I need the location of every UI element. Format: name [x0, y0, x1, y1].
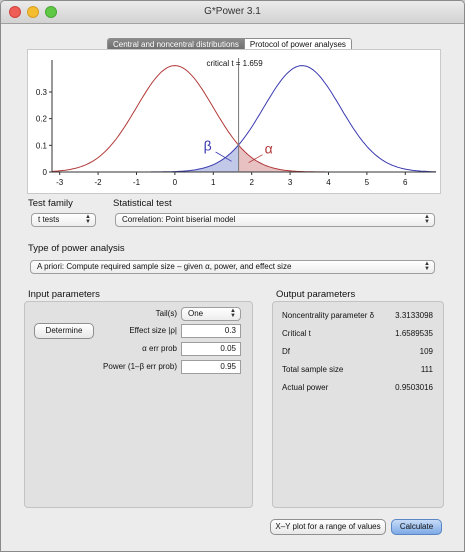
- output-value: 3.3133098: [395, 311, 433, 320]
- x-tick-label: -1: [133, 178, 141, 187]
- select-arrows-icon: ▲ ▼: [424, 261, 430, 272]
- output-label: Critical t: [282, 329, 311, 338]
- input-parameters-heading: Input parameters: [28, 289, 100, 300]
- effect-size-field[interactable]: 0.3: [181, 324, 241, 338]
- distribution-plot: critical t = 1.659 -3 -2 -1 0 1 2 3 4 5 6 0 0.1 0.2 0.…: [27, 49, 441, 194]
- window-title: G*Power 3.1: [204, 6, 261, 17]
- power-analysis-heading: Type of power analysis: [28, 243, 125, 254]
- x-tick-label: -2: [95, 178, 103, 187]
- y-tick-label: 0.1: [36, 141, 48, 150]
- output-label: Total sample size: [282, 365, 344, 374]
- effect-size-label: Effect size |ρ|: [129, 326, 177, 335]
- calculate-button[interactable]: Calculate: [391, 519, 442, 535]
- title-bar: G*Power 3.1: [1, 1, 464, 24]
- y-tick-label: 0.2: [36, 115, 48, 124]
- power-analysis-select[interactable]: A priori: Compute required sample size –…: [30, 260, 435, 274]
- tails-value: One: [188, 309, 204, 318]
- tails-select[interactable]: One ▲ ▼: [181, 307, 241, 321]
- x-tick-label: 1: [211, 178, 216, 187]
- test-family-value: t tests: [38, 215, 60, 224]
- xy-plot-button[interactable]: X–Y plot for a range of values: [270, 519, 386, 535]
- alpha-field[interactable]: 0.05: [181, 342, 241, 356]
- output-value: 1.6589535: [395, 329, 433, 338]
- x-tick-label: 3: [288, 178, 293, 187]
- critical-label: critical t = 1.659: [206, 59, 263, 68]
- output-label: Noncentrality parameter δ: [282, 311, 375, 320]
- select-arrows-icon: ▲ ▼: [85, 214, 91, 225]
- y-tick-label: 0: [43, 168, 48, 177]
- y-tick-label: 0.3: [36, 88, 48, 97]
- x-tick-label: -3: [56, 178, 64, 187]
- x-tick-label: 0: [173, 178, 178, 187]
- alpha-label: α err prob: [142, 344, 177, 353]
- select-arrows-icon: ▲ ▼: [424, 214, 430, 225]
- alpha-label: α: [265, 140, 273, 156]
- output-parameters-heading: Output parameters: [276, 289, 356, 300]
- test-family-heading: Test family: [28, 198, 73, 209]
- main-window: G*Power 3.1 Central and noncentral distr…: [0, 0, 465, 552]
- x-tick-label: 5: [365, 178, 370, 187]
- statistical-test-select[interactable]: Correlation: Point biserial model ▲ ▼: [115, 213, 435, 227]
- statistical-test-value: Correlation: Point biserial model: [122, 215, 236, 224]
- output-label: Df: [282, 347, 290, 356]
- output-parameters-group: Noncentrality parameter δ 3.3133098 Crit…: [272, 301, 444, 508]
- beta-label: β: [204, 138, 212, 154]
- test-family-select[interactable]: t tests ▲ ▼: [31, 213, 96, 227]
- select-arrows-icon: ▲ ▼: [230, 308, 236, 319]
- input-parameters-group: Tail(s) One ▲ ▼ Determine Effect size |ρ|…: [24, 301, 253, 508]
- output-value: 111: [420, 365, 433, 374]
- power-label: Power (1–β err prob): [103, 362, 177, 371]
- output-value: 0.9503016: [395, 383, 433, 392]
- power-field[interactable]: 0.95: [181, 360, 241, 374]
- output-label: Actual power: [282, 383, 329, 392]
- statistical-test-heading: Statistical test: [113, 198, 172, 209]
- power-analysis-value: A priori: Compute required sample size –…: [37, 262, 292, 271]
- output-value: 109: [419, 347, 433, 356]
- x-tick-label: 4: [326, 178, 331, 187]
- x-tick-label: 2: [249, 178, 254, 187]
- tails-label: Tail(s): [155, 309, 177, 318]
- x-tick-label: 6: [403, 178, 408, 187]
- distribution-chart: critical t = 1.659 -3 -2 -1 0 1 2 3 4 5 6 0 0.1 0.2 0.…: [36, 58, 437, 187]
